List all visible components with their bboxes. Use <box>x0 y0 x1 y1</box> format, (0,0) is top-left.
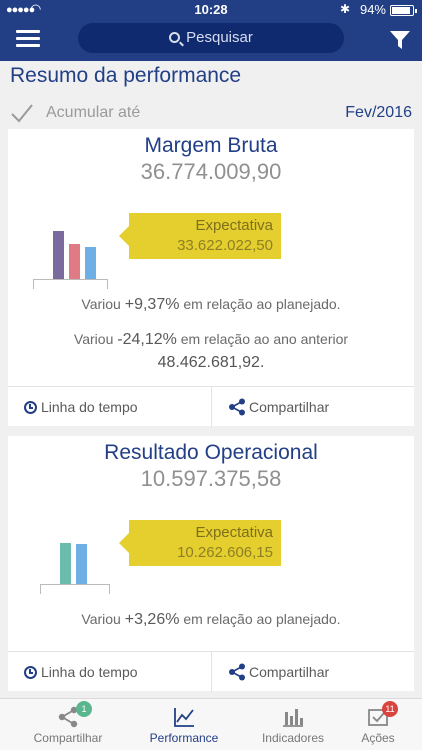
chart-bar <box>53 231 64 279</box>
line-chart-icon <box>174 708 194 727</box>
share-badge: 1 <box>76 701 92 717</box>
search-icon <box>169 32 181 43</box>
previous-year-value: 48.462.681,92. <box>157 354 265 371</box>
status-bar: ●●●●● ◠ 10:28 ✱ 94% <box>0 0 422 20</box>
accumulate-row: Acumular até Fev/2016 <box>10 102 414 126</box>
bluetooth-icon: ✱ <box>339 2 350 16</box>
clock-icon <box>24 401 37 414</box>
card-title: Resultado Operacional <box>104 441 318 464</box>
actions-badge: 11 <box>382 701 398 717</box>
accumulate-checkbox[interactable] <box>10 102 34 124</box>
share-button[interactable]: Compartilhar <box>228 387 329 427</box>
expectation-label: Expectativa <box>195 217 273 234</box>
expectation-value: 10.262.606,15 <box>177 544 273 561</box>
variation-planned: Variou +3,26% em relação ao planejado. <box>81 611 341 628</box>
card-footer: Linha do tempo Compartilhar <box>8 386 414 427</box>
mini-bar-chart <box>40 532 110 596</box>
tab-indicators[interactable]: Indicadores <box>245 699 341 750</box>
search-input[interactable]: Pesquisar <box>78 23 344 53</box>
chart-bar <box>69 244 80 279</box>
timeline-button[interactable]: Linha do tempo <box>24 652 138 692</box>
kpi-card-operating-result: Resultado Operacional 10.597.375,58 Expe… <box>8 436 414 692</box>
check-icon <box>11 104 33 123</box>
battery-percent: 94% <box>359 2 386 17</box>
variation-previous-year-pct: -24,12% <box>117 331 177 348</box>
tab-actions[interactable]: 11 Ações <box>340 699 416 750</box>
tab-label: Ações <box>361 731 395 745</box>
chart-bar <box>85 247 96 279</box>
chart-bar <box>60 543 71 584</box>
chart-baseline <box>40 584 110 594</box>
page-title: Resumo da performance <box>10 64 242 87</box>
card-footer: Linha do tempo Compartilhar <box>8 651 414 692</box>
variation-planned-pct: +9,37% <box>124 296 180 313</box>
period-selector[interactable]: Fev/2016 <box>345 104 412 122</box>
expectation-tooltip: Expectativa 33.622.022,50 <box>119 213 281 259</box>
menu-icon <box>16 30 40 33</box>
chart-baseline <box>33 279 108 289</box>
filter-icon <box>390 31 410 49</box>
variation-planned-pct: +3,26% <box>124 611 180 628</box>
status-time: 10:28 <box>194 2 228 17</box>
tab-bar: 1 Compartilhar Performance Indicadores 1… <box>0 698 422 750</box>
variation-previous-year: Variou -24,12% em relação ao ano anterio… <box>73 331 349 348</box>
card-value: 36.774.009,90 <box>140 159 282 184</box>
accumulate-label: Acumular até <box>46 104 141 121</box>
tab-label: Performance <box>149 731 219 745</box>
mini-bar-chart <box>33 221 108 291</box>
menu-button[interactable] <box>16 28 40 50</box>
clock-icon <box>24 666 37 679</box>
variation-planned: Variou +9,37% em relação ao planejado. <box>81 296 341 313</box>
card-title: Margem Bruta <box>144 134 278 157</box>
expectation-tooltip: Expectativa 10.262.606,15 <box>119 520 281 566</box>
tab-share[interactable]: 1 Compartilhar <box>20 699 116 750</box>
footer-divider <box>211 652 212 692</box>
tab-performance[interactable]: Performance <box>136 699 232 750</box>
tab-label: Indicadores <box>261 731 325 745</box>
nav-bar: Pesquisar <box>0 20 422 61</box>
expectation-value: 33.622.022,50 <box>177 237 273 254</box>
tab-label: Compartilhar <box>33 731 103 745</box>
kpi-card-gross-margin: Margem Bruta 36.774.009,90 Expectativa 3… <box>8 129 414 427</box>
card-value: 10.597.375,58 <box>140 466 282 491</box>
battery-icon <box>390 5 417 16</box>
share-icon <box>229 663 245 681</box>
expectation-label: Expectativa <box>195 524 273 541</box>
search-placeholder: Pesquisar <box>186 29 253 46</box>
share-button[interactable]: Compartilhar <box>228 652 329 692</box>
footer-divider <box>211 387 212 427</box>
share-icon <box>229 398 245 416</box>
chart-bar <box>76 544 87 584</box>
timeline-button[interactable]: Linha do tempo <box>24 387 138 427</box>
filter-button[interactable] <box>388 28 412 52</box>
bar-chart-icon <box>283 709 303 727</box>
